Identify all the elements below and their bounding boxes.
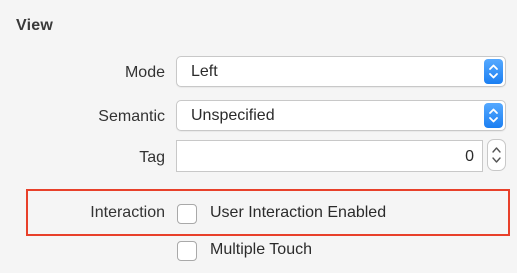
user-interaction-checkbox[interactable]	[177, 204, 197, 224]
tag-label: Tag	[139, 149, 165, 166]
interaction-label: Interaction	[90, 204, 165, 221]
chevron-up-down-icon[interactable]	[484, 103, 503, 128]
mode-label: Mode	[124, 64, 165, 81]
semantic-label: Semantic	[98, 108, 165, 125]
multiple-touch-checkbox[interactable]	[177, 241, 197, 261]
tag-value: 0	[465, 148, 474, 165]
chevron-up-down-icon	[492, 147, 501, 163]
section-title: View	[16, 17, 53, 34]
multiple-touch-label[interactable]: Multiple Touch	[210, 241, 312, 259]
mode-value: Left	[191, 63, 218, 80]
tag-stepper[interactable]	[487, 139, 506, 171]
semantic-popup[interactable]: Unspecified	[176, 100, 506, 131]
tag-field[interactable]: 0	[176, 140, 483, 172]
chevron-up-down-icon[interactable]	[484, 59, 503, 84]
semantic-value: Unspecified	[191, 107, 275, 124]
user-interaction-label[interactable]: User Interaction Enabled	[210, 204, 386, 222]
mode-popup[interactable]: Left	[176, 56, 506, 87]
